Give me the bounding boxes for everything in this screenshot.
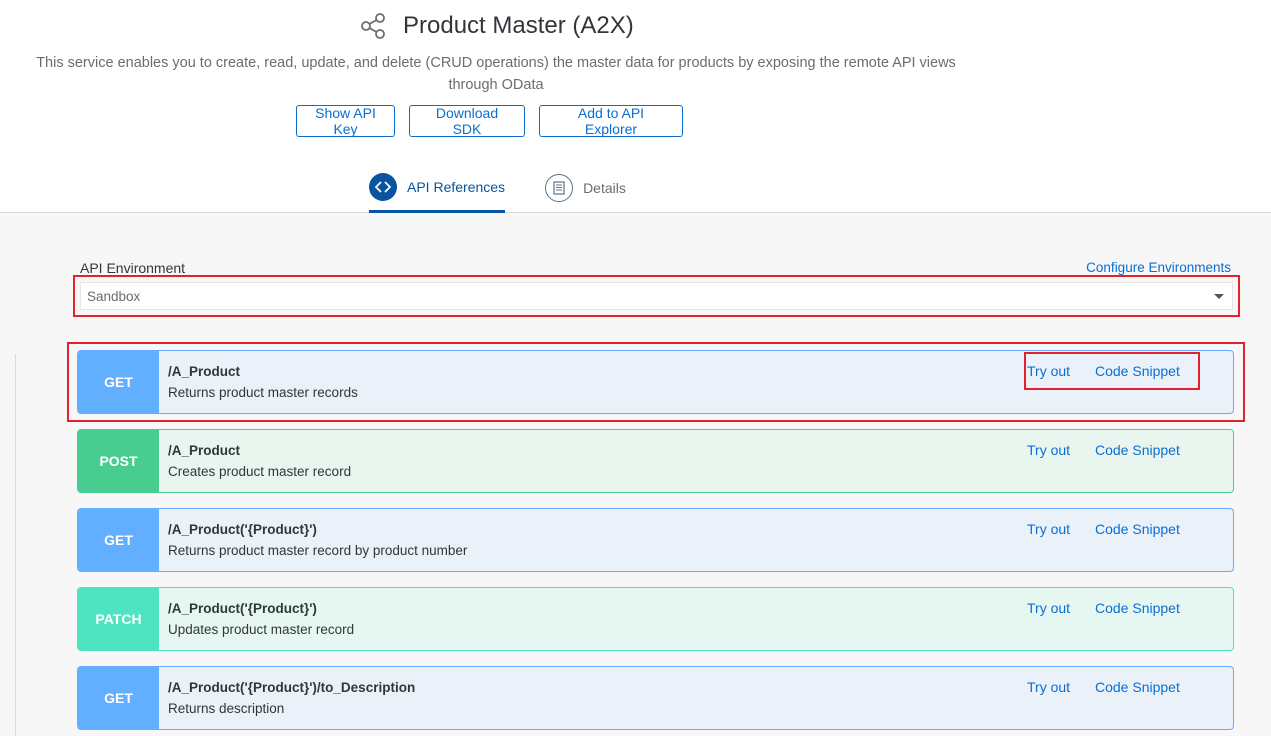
title-row: Product Master (A2X) <box>360 10 634 42</box>
method-badge: POST <box>78 430 159 492</box>
code-snippet-link[interactable]: Code Snippet <box>1095 679 1180 695</box>
try-out-link[interactable]: Try out <box>1027 679 1070 695</box>
page-title: Product Master (A2X) <box>403 12 634 39</box>
api-environment-label: API Environment <box>80 260 186 276</box>
endpoint-description: Creates product master record <box>168 464 352 479</box>
endpoint-path: /A_Product <box>168 443 241 458</box>
code-snippet-link[interactable]: Code Snippet <box>1095 600 1180 616</box>
method-badge: PATCH <box>78 588 159 650</box>
configure-environments-link[interactable]: Configure Environments <box>1086 260 1231 275</box>
endpoint-info: /A_Product('{Product}')/to_Description R… <box>159 667 415 729</box>
endpoint-description: Returns description <box>168 701 285 716</box>
endpoint-row[interactable]: POST /A_Product Creates product master r… <box>77 429 1234 493</box>
page-description: This service enables you to create, read… <box>36 55 956 93</box>
try-out-link[interactable]: Try out <box>1027 521 1070 537</box>
tab-label: API References <box>407 178 506 195</box>
code-icon <box>369 172 397 201</box>
highlight-box <box>1024 352 1200 390</box>
code-snippet-link[interactable]: Code Snippet <box>1095 521 1180 537</box>
code-snippet-link[interactable]: Code Snippet <box>1095 442 1180 458</box>
endpoint-info: /A_Product('{Product}') Updates product … <box>159 588 354 650</box>
tab-bar: API References Details <box>369 172 626 213</box>
endpoint-row[interactable]: GET /A_Product('{Product}')/to_Descripti… <box>77 666 1234 730</box>
tab-label: Details <box>583 180 626 196</box>
tab-api-references[interactable]: API References <box>369 172 506 213</box>
endpoint-description: Updates product master record <box>168 622 355 637</box>
divider <box>15 354 16 736</box>
page-header: Product Master (A2X) This service enable… <box>0 0 1271 213</box>
endpoint-path: /A_Product('{Product}') <box>168 522 317 537</box>
endpoint-info: /A_Product('{Product}') Returns product … <box>159 509 467 571</box>
add-to-api-explorer-button[interactable]: Add to API Explorer <box>539 105 683 137</box>
method-badge: GET <box>78 667 159 729</box>
api-references-panel: API Environment Configure Environments S… <box>0 213 1271 736</box>
highlight-box <box>73 275 1240 317</box>
endpoint-row[interactable]: GET /A_Product('{Product}') Returns prod… <box>77 508 1234 572</box>
method-badge: GET <box>78 509 159 571</box>
document-icon <box>545 174 574 202</box>
action-buttons: Show API Key Download SDK Add to API Exp… <box>296 105 683 137</box>
share-icon <box>361 13 385 39</box>
show-api-key-button[interactable]: Show API Key <box>296 105 395 137</box>
endpoint-path: /A_Product('{Product}') <box>168 601 317 616</box>
endpoint-description: Returns product master record by product… <box>168 543 468 558</box>
try-out-link[interactable]: Try out <box>1027 442 1070 458</box>
endpoint-info: /A_Product Creates product master record <box>159 430 351 492</box>
tab-details[interactable]: Details <box>545 172 626 213</box>
endpoint-row[interactable]: PATCH /A_Product('{Product}') Updates pr… <box>77 587 1234 651</box>
download-sdk-button[interactable]: Download SDK <box>409 105 525 137</box>
try-out-link[interactable]: Try out <box>1027 600 1070 616</box>
endpoint-path: /A_Product('{Product}')/to_Description <box>168 680 416 695</box>
